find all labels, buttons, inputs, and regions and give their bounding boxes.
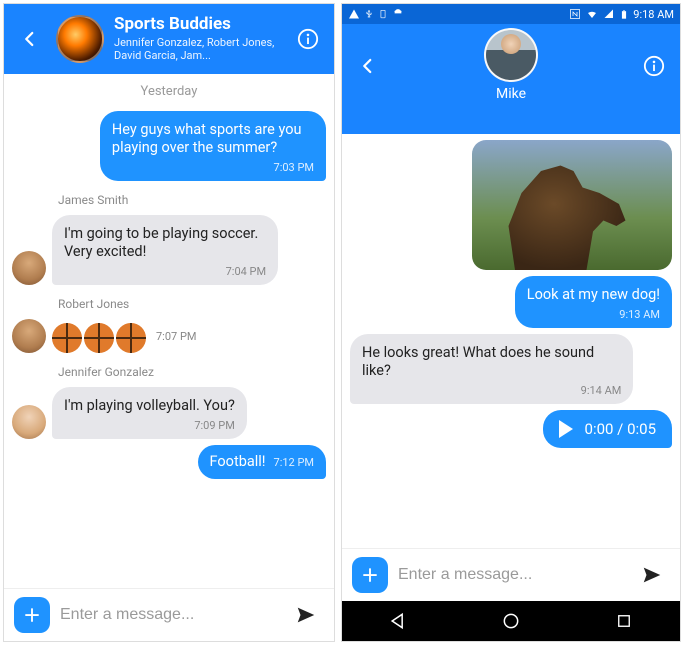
message-bubble: Football! 7:12 PM [198,445,326,479]
message-time: 7:07 PM [156,330,196,343]
info-button[interactable] [292,23,324,55]
message-text: Hey guys what sports are you playing ove… [112,121,302,156]
triangle-back-icon [388,611,408,631]
basketball-icon [116,323,146,353]
wifi-icon [585,8,599,20]
emoji-content [52,323,146,353]
basketball-icon [84,323,114,353]
play-icon [559,420,573,438]
message-time: 7:04 PM [64,265,266,279]
circle-home-icon [501,611,521,631]
basketball-icon [52,323,82,353]
signal-icon [603,8,615,20]
profile-avatar [484,28,538,82]
message-text: Football! [210,453,266,471]
device-icon [378,8,388,20]
day-divider: Yesterday [12,84,326,99]
battery-icon [619,8,629,21]
android-navbar [342,601,680,641]
message-time: 9:14 AM [362,384,621,398]
message-time: 7:09 PM [64,419,235,433]
composer [4,588,334,641]
message-sent[interactable]: Look at my new dog! 9:13 AM [350,276,672,328]
info-icon [643,55,665,77]
message-text: Look at my new dog! [527,286,660,303]
chat-header: Sports Buddies Jennifer Gonzalez, Robert… [4,4,334,74]
nav-recent[interactable] [604,601,644,641]
message-received[interactable]: I'm going to be playing soccer. Very exc… [12,215,326,285]
attach-button[interactable] [14,597,50,633]
chevron-left-icon [359,57,377,75]
message-time: 7:03 PM [112,161,314,175]
message-input[interactable] [60,606,278,624]
message-bubble: He looks great! What does he sound like?… [350,334,633,404]
nfc-icon [569,8,581,20]
plus-icon [361,566,379,584]
message-text: I'm going to be playing soccer. Very exc… [64,225,258,260]
info-icon [297,28,319,50]
message-bubble: I'm playing volleyball. You? 7:09 PM [52,387,247,439]
attach-button[interactable] [352,557,388,593]
warning-icon [348,8,360,20]
message-bubble: I'm going to be playing soccer. Very exc… [52,215,278,285]
message-list[interactable]: Yesterday Hey guys what sports are you p… [4,74,334,588]
avatar[interactable] [12,405,46,439]
avatar[interactable] [12,319,46,353]
send-button[interactable] [288,597,324,633]
message-bubble: Look at my new dog! 9:13 AM [515,276,672,328]
message-time: 9:13 AM [527,308,660,322]
back-button[interactable] [352,50,384,82]
header-text[interactable]: Sports Buddies Jennifer Gonzalez, Robert… [114,15,282,62]
chevron-left-icon [21,30,39,48]
nav-home[interactable] [491,601,531,641]
sender-name: James Smith [58,193,326,207]
status-time: 9:18 AM [633,8,674,21]
sender-name: Robert Jones [58,297,326,311]
chat-header: Mike [342,24,680,134]
plus-icon [23,606,41,624]
profile-name: Mike [496,86,526,102]
audio-player[interactable]: 0:00 / 0:05 [543,410,672,448]
back-button[interactable] [14,23,46,55]
android-icon [392,8,404,20]
status-bar: 9:18 AM [342,4,680,24]
dog-image [472,140,672,270]
group-avatar[interactable] [56,15,104,63]
chat-screen-direct: 9:18 AM Mike Look at my new do [341,3,681,642]
chat-title: Sports Buddies [114,15,282,34]
send-icon [295,604,317,626]
send-icon [641,564,663,586]
message-list[interactable]: Look at my new dog! 9:13 AM He looks gre… [342,134,680,548]
send-button[interactable] [634,557,670,593]
message-text: I'm playing volleyball. You? [64,397,235,414]
chat-subtitle: Jennifer Gonzalez, Robert Jones, David G… [114,36,282,62]
status-left [348,8,404,20]
sender-name: Jennifer Gonzalez [58,365,326,379]
message-received[interactable]: He looks great! What does he sound like?… [350,334,672,404]
message-sent[interactable]: Football! 7:12 PM [12,445,326,479]
message-input[interactable] [398,566,624,584]
message-received[interactable]: 7:07 PM [12,319,326,353]
audio-duration: 0:00 / 0:05 [585,420,656,438]
message-received[interactable]: I'm playing volleyball. You? 7:09 PM [12,387,326,439]
chat-screen-group: Sports Buddies Jennifer Gonzalez, Robert… [3,3,335,642]
info-button[interactable] [638,50,670,82]
message-audio[interactable]: 0:00 / 0:05 [350,410,672,448]
status-right: 9:18 AM [569,8,674,21]
square-recent-icon [615,612,633,630]
message-image[interactable] [350,140,672,270]
message-sent[interactable]: Hey guys what sports are you playing ove… [12,111,326,181]
message-time: 7:12 PM [274,456,314,470]
usb-icon [364,8,374,20]
avatar[interactable] [12,251,46,285]
profile-block[interactable]: Mike [484,28,538,102]
composer [342,548,680,601]
message-text: He looks great! What does he sound like? [362,344,594,379]
nav-back[interactable] [378,601,418,641]
message-bubble: Hey guys what sports are you playing ove… [100,111,326,181]
